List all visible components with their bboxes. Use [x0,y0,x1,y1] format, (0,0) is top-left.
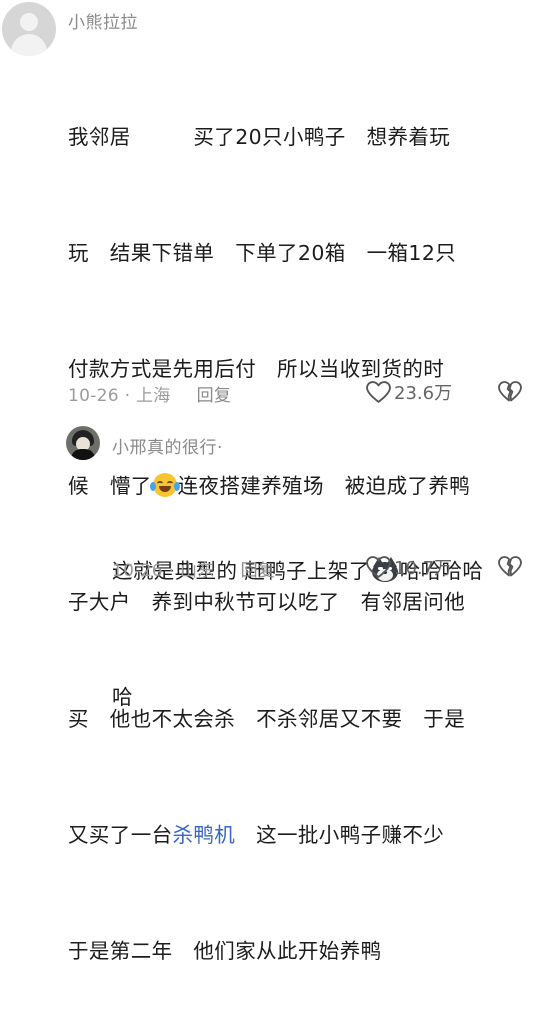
comment-line: 我邻居 买了20只小鸭子 想养着玩 [68,124,451,149]
reply-text: 这就是典型的 赶鸭子上架了 哈哈哈哈 哈 [112,466,483,760]
like-button[interactable]: 10.7万 [366,554,452,580]
comment-meta: 10-26 · 上海 回复 [68,381,231,406]
username[interactable]: 小邢真的很行· [112,433,223,458]
comment-segment: 这一批小鸭子赚不少 [235,822,445,847]
reply-button[interactable]: 回复 [241,561,276,581]
comment-line: 于是第二年 他们家从此开始养鸭 [68,939,382,964]
comment-segment: 又买了一台 [68,822,173,847]
comment-line: 哈 [112,685,133,709]
avatar[interactable] [2,2,56,56]
broken-heart-icon[interactable] [498,556,522,578]
avatar[interactable] [66,426,100,460]
like-count: 23.6万 [394,383,453,404]
comment-line: 又买了一台杀鸭机 这一批小鸭子赚不少 [68,816,470,855]
broken-heart-icon[interactable] [498,381,522,403]
date-location: 10-26 · 山东 [112,561,215,581]
username[interactable]: 小熊拉拉 [68,8,138,33]
reply-button[interactable]: 回复 [197,386,232,406]
date-location: 10-26 · 上海 [68,386,171,406]
like-count: 10.7万 [394,558,453,579]
search-link[interactable]: 杀鸭机 [173,823,236,847]
comment-meta: 10-26 · 山东 回复 [112,556,275,581]
like-button[interactable]: 23.6万 [366,379,452,405]
heart-icon [366,555,391,578]
heart-icon [366,380,391,403]
comment-line: 玩 结果下错单 下单了20箱 一箱12只 [68,240,457,265]
